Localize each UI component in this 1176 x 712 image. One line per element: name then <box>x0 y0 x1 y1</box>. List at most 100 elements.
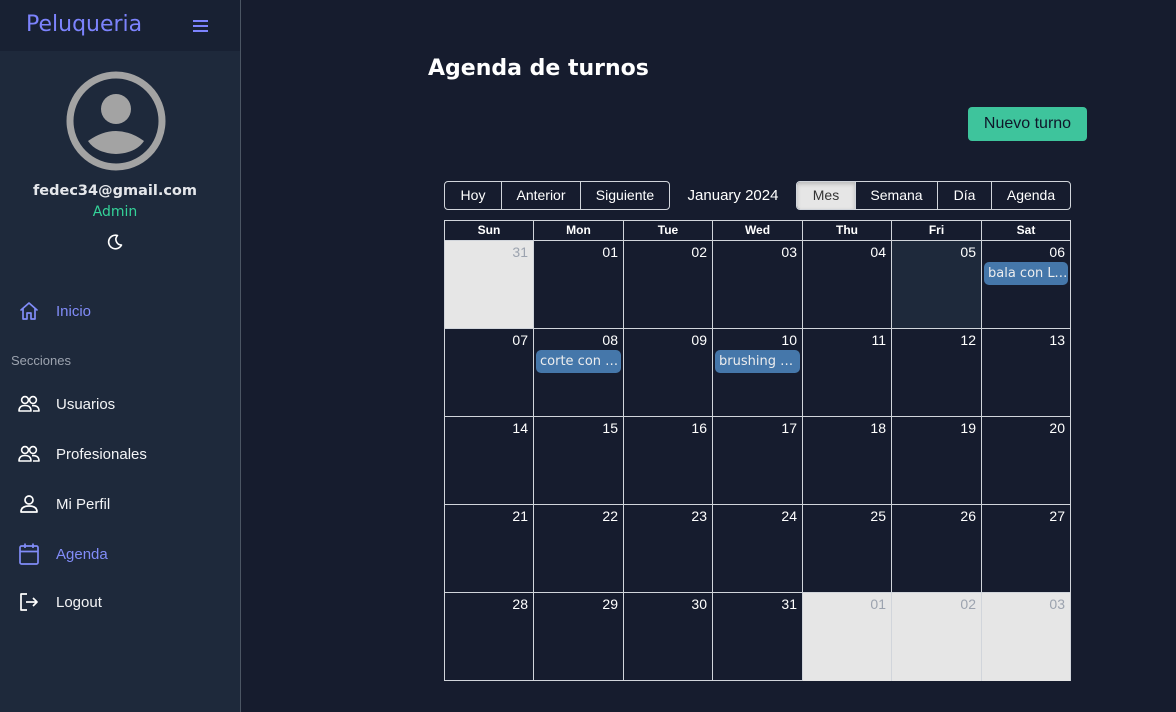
day-number[interactable]: 08 <box>602 332 618 348</box>
view-agenda-button[interactable]: Agenda <box>992 182 1070 209</box>
day-cell[interactable]: 19 <box>892 417 982 504</box>
nav-item-mi-perfil[interactable]: Mi Perfil <box>16 489 226 519</box>
day-number[interactable]: 12 <box>960 332 976 348</box>
day-cell[interactable]: 31 <box>445 241 534 328</box>
view-day-button[interactable]: Día <box>938 182 992 209</box>
day-number[interactable]: 30 <box>691 596 707 612</box>
day-number[interactable]: 02 <box>691 244 707 260</box>
day-number[interactable]: 01 <box>870 596 886 612</box>
day-cell[interactable]: 02 <box>624 241 713 328</box>
day-number[interactable]: 01 <box>602 244 618 260</box>
nav-item-logout[interactable]: Logout <box>16 587 226 617</box>
day-cell[interactable]: 29 <box>534 593 624 681</box>
day-cell[interactable]: 28 <box>445 593 534 681</box>
hamburger-menu-icon[interactable] <box>190 16 212 36</box>
day-number[interactable]: 21 <box>512 508 528 524</box>
day-cell[interactable]: 24 <box>713 505 803 592</box>
day-cell[interactable]: 18 <box>803 417 892 504</box>
day-cell[interactable]: 21 <box>445 505 534 592</box>
day-number[interactable]: 26 <box>960 508 976 524</box>
day-number[interactable]: 23 <box>691 508 707 524</box>
day-cell[interactable]: 06 bala con Luis <box>982 241 1070 328</box>
app: Peluqueria fedec34@gmail.com Admin Inici… <box>0 0 1176 712</box>
day-cell[interactable]: 11 <box>803 329 892 416</box>
day-cell[interactable]: 03 <box>713 241 803 328</box>
day-number[interactable]: 03 <box>781 244 797 260</box>
nav-item-usuarios[interactable]: Usuarios <box>16 389 226 419</box>
day-cell[interactable]: 13 <box>982 329 1070 416</box>
day-cell[interactable]: 01 <box>534 241 624 328</box>
day-cell[interactable]: 27 <box>982 505 1070 592</box>
day-number[interactable]: 22 <box>602 508 618 524</box>
moon-icon[interactable] <box>106 233 124 251</box>
day-cell[interactable]: 16 <box>624 417 713 504</box>
day-cell[interactable]: 26 <box>892 505 982 592</box>
day-number[interactable]: 15 <box>602 420 618 436</box>
day-cell[interactable]: 25 <box>803 505 892 592</box>
day-number[interactable]: 27 <box>1049 508 1065 524</box>
previous-button[interactable]: Anterior <box>502 182 581 209</box>
day-cell[interactable]: 02 <box>892 593 982 681</box>
day-number[interactable]: 31 <box>512 244 528 260</box>
day-cell[interactable]: 07 <box>445 329 534 416</box>
day-number[interactable]: 14 <box>512 420 528 436</box>
day-cell[interactable]: 01 <box>803 593 892 681</box>
nav-item-agenda[interactable]: Agenda <box>16 539 226 569</box>
day-cell[interactable]: 22 <box>534 505 624 592</box>
day-cell[interactable]: 04 <box>803 241 892 328</box>
day-number[interactable]: 20 <box>1049 420 1065 436</box>
nav-item-label: Mi Perfil <box>56 495 111 513</box>
day-number[interactable]: 09 <box>691 332 707 348</box>
day-number[interactable]: 02 <box>960 596 976 612</box>
day-number[interactable]: 31 <box>781 596 797 612</box>
weekday-header-cell: Sat <box>1016 223 1036 237</box>
view-month-button[interactable]: Mes <box>797 182 856 209</box>
day-number[interactable]: 07 <box>512 332 528 348</box>
view-week-button[interactable]: Semana <box>856 182 938 209</box>
calendar-nav-group: Hoy Anterior Siguiente <box>444 181 670 210</box>
day-cell[interactable]: 12 <box>892 329 982 416</box>
day-cell[interactable]: 03 <box>982 593 1070 681</box>
new-appointment-button[interactable]: Nuevo turno <box>968 107 1087 141</box>
day-cell[interactable]: 09 <box>624 329 713 416</box>
day-cell[interactable]: 05 <box>892 241 982 328</box>
page-title: Agenda de turnos <box>428 56 649 81</box>
calendar-event[interactable]: bala con Luis <box>984 262 1068 285</box>
next-button[interactable]: Siguiente <box>581 182 669 209</box>
day-number[interactable]: 28 <box>512 596 528 612</box>
day-cell[interactable]: 17 <box>713 417 803 504</box>
day-number[interactable]: 18 <box>870 420 886 436</box>
day-cell[interactable]: 08 corte con Juan <box>534 329 624 416</box>
day-number[interactable]: 13 <box>1049 332 1065 348</box>
nav-item-inicio[interactable]: Inicio <box>16 296 226 326</box>
brand-title[interactable]: Peluqueria <box>26 12 142 37</box>
day-cell[interactable]: 14 <box>445 417 534 504</box>
day-cell[interactable]: 10 brushing con Ana <box>713 329 803 416</box>
today-button[interactable]: Hoy <box>445 182 502 209</box>
day-cell[interactable]: 23 <box>624 505 713 592</box>
day-number[interactable]: 17 <box>781 420 797 436</box>
calendar-event[interactable]: brushing con Ana <box>715 350 800 373</box>
week-row: 21 22 23 24 25 26 27 <box>445 505 1070 593</box>
day-number[interactable]: 10 <box>781 332 797 348</box>
day-number[interactable]: 29 <box>602 596 618 612</box>
day-number[interactable]: 24 <box>781 508 797 524</box>
nav-item-profesionales[interactable]: Profesionales <box>16 439 226 469</box>
day-number[interactable]: 11 <box>871 332 886 348</box>
day-cell[interactable]: 20 <box>982 417 1070 504</box>
day-number[interactable]: 03 <box>1049 596 1065 612</box>
day-number[interactable]: 06 <box>1049 244 1065 260</box>
day-number[interactable]: 05 <box>960 244 976 260</box>
day-number[interactable]: 19 <box>960 420 976 436</box>
week-row: 28 29 30 31 01 02 03 <box>445 593 1070 681</box>
day-cell[interactable]: 30 <box>624 593 713 681</box>
day-number[interactable]: 25 <box>870 508 886 524</box>
calendar-view-group: Mes Semana Día Agenda <box>796 181 1071 210</box>
day-number[interactable]: 04 <box>870 244 886 260</box>
user-role: Admin <box>92 204 138 220</box>
calendar-event[interactable]: corte con Juan <box>536 350 621 373</box>
day-number[interactable]: 16 <box>691 420 707 436</box>
day-cell[interactable]: 15 <box>534 417 624 504</box>
day-cell[interactable]: 31 <box>713 593 803 681</box>
avatar-icon <box>66 71 166 171</box>
